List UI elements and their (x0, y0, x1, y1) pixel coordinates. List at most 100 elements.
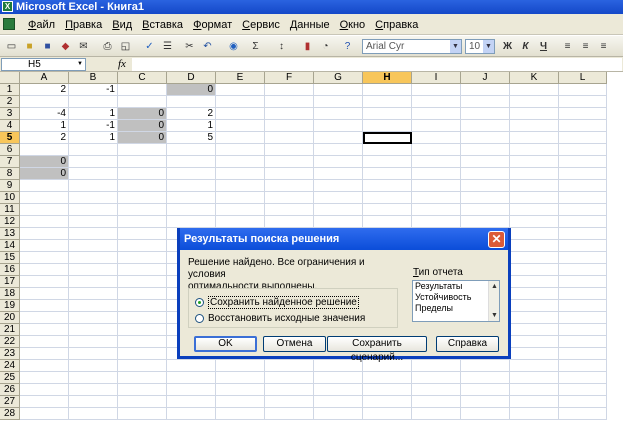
save-icon[interactable]: ■ (40, 39, 55, 54)
cell-h4[interactable] (363, 120, 412, 132)
column-header-b[interactable]: B (69, 72, 118, 84)
cell-b19[interactable] (69, 300, 118, 312)
cell-b27[interactable] (69, 396, 118, 408)
cell-c11[interactable] (118, 204, 167, 216)
row-header-4[interactable]: 4 (0, 120, 20, 132)
cell-l24[interactable] (559, 360, 607, 372)
cell-l11[interactable] (559, 204, 607, 216)
cell-b25[interactable] (69, 372, 118, 384)
cell-c18[interactable] (118, 288, 167, 300)
cell-f25[interactable] (265, 372, 314, 384)
cell-g6[interactable] (314, 144, 363, 156)
cell-h25[interactable] (363, 372, 412, 384)
cell-a24[interactable] (20, 360, 69, 372)
close-icon[interactable]: ✕ (488, 231, 505, 248)
cell-h10[interactable] (363, 192, 412, 204)
report-item-results[interactable]: Результаты (413, 281, 499, 292)
restore-values-label[interactable]: Восстановить исходные значения (208, 313, 365, 324)
cell-e24[interactable] (216, 360, 265, 372)
cell-b7[interactable] (69, 156, 118, 168)
cell-i28[interactable] (412, 408, 461, 420)
cell-a21[interactable] (20, 324, 69, 336)
column-header-d[interactable]: D (167, 72, 216, 84)
cell-l13[interactable] (559, 228, 607, 240)
cell-b28[interactable] (69, 408, 118, 420)
cell-e4[interactable] (216, 120, 265, 132)
cell-e8[interactable] (216, 168, 265, 180)
research-icon[interactable]: ☰ (160, 39, 175, 54)
hyperlink-icon[interactable]: ◉ (226, 39, 241, 54)
column-header-i[interactable]: I (412, 72, 461, 84)
cell-l12[interactable] (559, 216, 607, 228)
cell-f1[interactable] (265, 84, 314, 96)
row-header-2[interactable]: 2 (0, 96, 20, 108)
cell-a2[interactable] (20, 96, 69, 108)
cell-c27[interactable] (118, 396, 167, 408)
cell-h1[interactable] (363, 84, 412, 96)
cell-b12[interactable] (69, 216, 118, 228)
cell-e6[interactable] (216, 144, 265, 156)
cell-l27[interactable] (559, 396, 607, 408)
cell-a25[interactable] (20, 372, 69, 384)
cell-g27[interactable] (314, 396, 363, 408)
cell-a8[interactable]: 0 (20, 168, 69, 180)
cell-e27[interactable] (216, 396, 265, 408)
menu-data[interactable]: Данные (286, 19, 336, 31)
function-icon[interactable]: fx (118, 58, 126, 70)
cell-d9[interactable] (167, 180, 216, 192)
cell-c3[interactable]: 0 (118, 108, 167, 120)
row-header-9[interactable]: 9 (0, 180, 20, 192)
cell-a27[interactable] (20, 396, 69, 408)
cell-g9[interactable] (314, 180, 363, 192)
chevron-down-icon[interactable]: ▼ (450, 40, 461, 53)
row-header-19[interactable]: 19 (0, 300, 20, 312)
cell-d28[interactable] (167, 408, 216, 420)
help-button[interactable]: Справка (436, 336, 499, 352)
cell-k8[interactable] (510, 168, 559, 180)
align-center-icon[interactable]: ≡ (578, 39, 593, 54)
menu-window[interactable]: Окно (336, 19, 372, 31)
cell-l2[interactable] (559, 96, 607, 108)
cell-c13[interactable] (118, 228, 167, 240)
chevron-down-icon[interactable]: ▼ (483, 40, 494, 53)
menu-tools[interactable]: Сервис (238, 19, 286, 31)
cell-c28[interactable] (118, 408, 167, 420)
cell-g26[interactable] (314, 384, 363, 396)
cell-k17[interactable] (510, 276, 559, 288)
cell-k1[interactable] (510, 84, 559, 96)
cell-k12[interactable] (510, 216, 559, 228)
row-header-21[interactable]: 21 (0, 324, 20, 336)
autosum-icon[interactable]: Σ (248, 39, 263, 54)
menu-help[interactable]: Справка (371, 19, 424, 31)
cell-b13[interactable] (69, 228, 118, 240)
cell-b10[interactable] (69, 192, 118, 204)
cell-k22[interactable] (510, 336, 559, 348)
row-header-1[interactable]: 1 (0, 84, 20, 96)
cell-i24[interactable] (412, 360, 461, 372)
cell-d12[interactable] (167, 216, 216, 228)
row-header-25[interactable]: 25 (0, 372, 20, 384)
cell-c26[interactable] (118, 384, 167, 396)
cell-c10[interactable] (118, 192, 167, 204)
cell-b6[interactable] (69, 144, 118, 156)
cell-i11[interactable] (412, 204, 461, 216)
cell-b5[interactable]: 1 (69, 132, 118, 144)
list-scrollbar[interactable]: ▲ ▼ (488, 281, 499, 321)
cell-g4[interactable] (314, 120, 363, 132)
cell-j6[interactable] (461, 144, 510, 156)
column-header-c[interactable]: C (118, 72, 167, 84)
cell-l10[interactable] (559, 192, 607, 204)
restore-values-radio[interactable]: Восстановить исходные значения (195, 313, 365, 324)
cell-g11[interactable] (314, 204, 363, 216)
cell-d6[interactable] (167, 144, 216, 156)
cell-b3[interactable]: 1 (69, 108, 118, 120)
permission-icon[interactable]: ◆ (58, 39, 73, 54)
cell-l7[interactable] (559, 156, 607, 168)
cell-d4[interactable]: 1 (167, 120, 216, 132)
cell-b17[interactable] (69, 276, 118, 288)
row-header-24[interactable]: 24 (0, 360, 20, 372)
row-header-7[interactable]: 7 (0, 156, 20, 168)
sort-ascending-icon[interactable]: ↕ (274, 39, 289, 54)
cell-e7[interactable] (216, 156, 265, 168)
column-header-f[interactable]: F (265, 72, 314, 84)
